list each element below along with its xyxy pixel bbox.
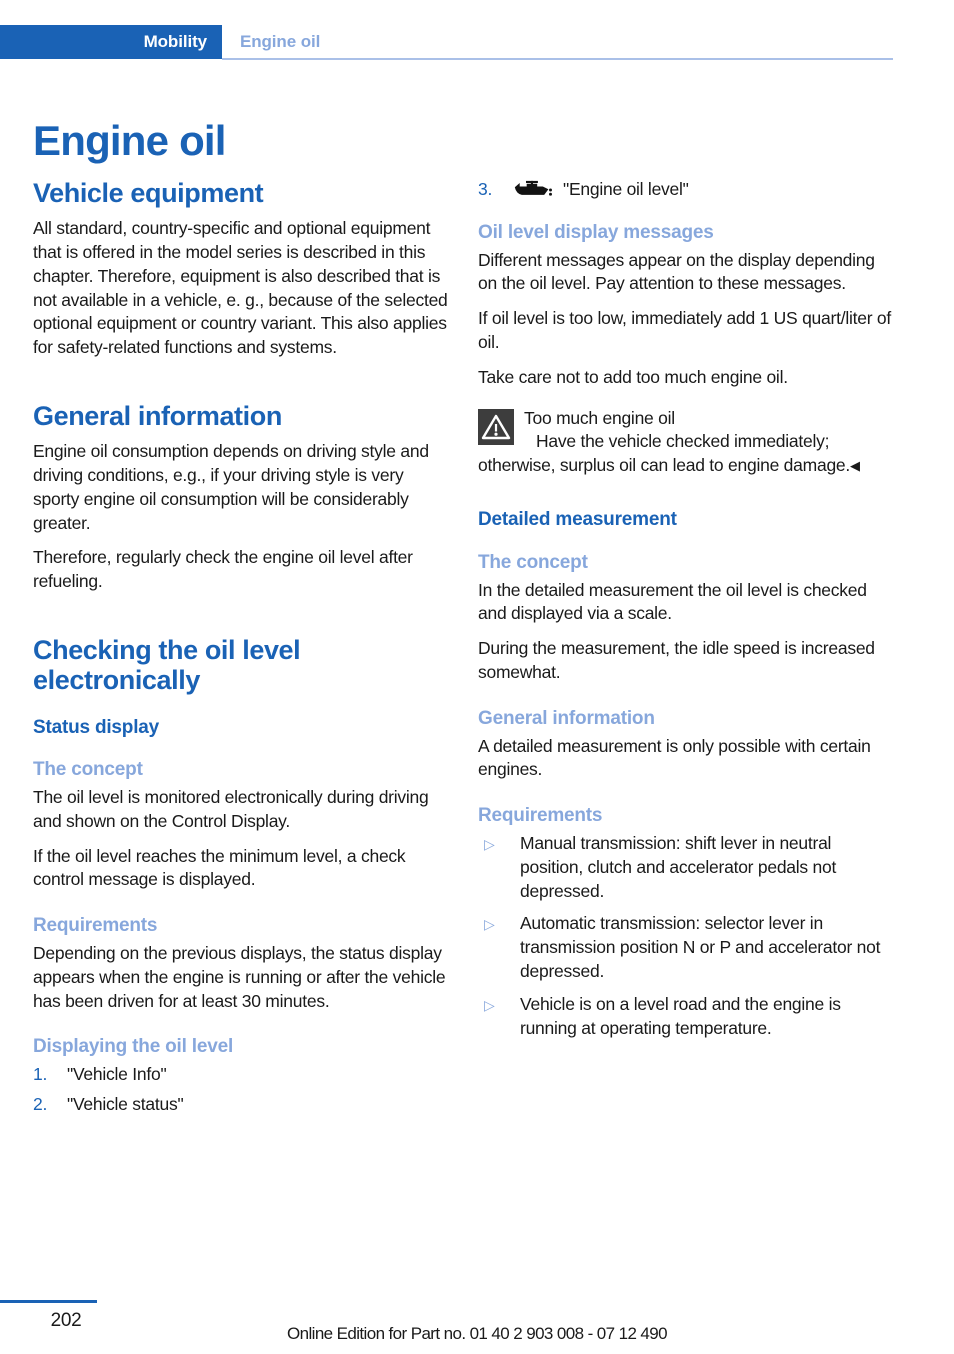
- list-item: 2. "Vehicle status": [33, 1093, 453, 1117]
- section-checking-oil-level: Checking the oil level electronically St…: [33, 635, 453, 1117]
- section-oil-level-display-messages: Oil level display messages Different mes…: [478, 222, 898, 478]
- warning-note-title: Too much engine oil: [524, 407, 675, 428]
- heading-general-information: General information: [33, 401, 282, 432]
- warning-triangle-icon: [478, 408, 514, 445]
- paragraph-vehicle-equipment: All standard, country-specific and optio…: [33, 218, 448, 358]
- oil-can-icon: [512, 179, 554, 201]
- paragraph-concept-left-1: The oil level is monitored electronicall…: [33, 787, 429, 831]
- list-detailed-requirements: ▷ Manual transmission: shift lever in ne…: [478, 832, 898, 1040]
- paragraph-concept-right-2: During the measurement, the idle speed i…: [478, 638, 875, 682]
- left-column: Vehicle equipment All standard, country-…: [33, 178, 453, 1123]
- heading-oil-level-display-messages: Oil level display messages: [478, 221, 714, 243]
- list-item-number: 2.: [33, 1094, 48, 1115]
- paragraph-general-information-right: A detailed measurement is only possible …: [478, 735, 871, 780]
- list-item-number: 3.: [478, 179, 493, 199]
- list-item-number: 1.: [33, 1064, 48, 1085]
- list-item-label: Vehicle is on a level road and the engin…: [520, 993, 841, 1038]
- triangle-bullet-icon: ▷: [484, 996, 495, 1013]
- paragraph-concept-left-2: If the oil level reaches the minimum lev…: [33, 845, 406, 890]
- heading-detailed-measurement: Detailed measurement: [478, 508, 677, 530]
- heading-vehicle-equipment: Vehicle equipment: [33, 178, 264, 208]
- section-general-information-left: General information Engine oil consumpti…: [33, 401, 453, 594]
- header-tab-label: Mobility: [143, 32, 208, 51]
- section-detailed-measurement: Detailed measurement The concept In the …: [478, 509, 898, 1040]
- section-vehicle-equipment: Vehicle equipment All standard, country-…: [33, 178, 453, 360]
- warning-note: Too much engine oil Have the vehicle che…: [478, 407, 898, 478]
- heading-status-display: Status display: [33, 716, 160, 738]
- list-item-label: Manual transmission: shift lever in neut…: [520, 832, 837, 901]
- paragraph-general-information-2: Therefore, regularly check the engine oi…: [33, 547, 413, 592]
- running-header: Mobility Engine oil: [0, 0, 954, 62]
- step-engine-oil-level: 3. "Engine oil level": [478, 178, 898, 202]
- footer-divider: [0, 1300, 97, 1303]
- heading-the-concept-right: The concept: [478, 551, 588, 573]
- paragraph-oil-messages-1: Different messages appear on the display…: [478, 249, 875, 294]
- list-displaying-oil-level: 1. "Vehicle Info" 2. "Vehicle status": [33, 1063, 453, 1117]
- paragraph-oil-messages-3: Take care not to add too much engine oil…: [478, 366, 788, 387]
- heading-the-concept-left: The concept: [33, 759, 143, 781]
- triangle-bullet-icon: ▷: [484, 916, 495, 933]
- header-chapter-tab: Mobility: [0, 25, 222, 59]
- step-engine-oil-level-label: "Engine oil level": [563, 179, 689, 199]
- right-column: 3. "Engine oil level" Oil level display …: [478, 178, 898, 1049]
- heading-displaying-the-oil-level: Displaying the oil level: [33, 1036, 234, 1058]
- triangle-bullet-icon: ▷: [484, 835, 495, 852]
- page-title: Engine oil: [33, 117, 226, 165]
- warning-note-body-text: Have the vehicle checked immediately; ot…: [478, 431, 851, 476]
- footer-edition-text: Online Edition for Part no. 01 40 2 903 …: [286, 1324, 668, 1343]
- header-section-label: Engine oil: [240, 32, 321, 51]
- list-item-label: "Vehicle Info": [67, 1064, 167, 1085]
- paragraph-concept-right-1: In the detailed measurement the oil leve…: [478, 579, 867, 624]
- paragraph-general-information-1: Engine oil consumption depends on drivin…: [33, 441, 429, 533]
- paragraph-oil-messages-2: If oil level is too low, immediately add…: [478, 308, 891, 352]
- header-divider: [222, 58, 893, 60]
- list-item: 1. "Vehicle Info": [33, 1063, 453, 1087]
- heading-requirements-right: Requirements: [478, 805, 603, 827]
- heading-requirements-left: Requirements: [33, 915, 158, 937]
- list-item-label: "Vehicle status": [67, 1094, 184, 1115]
- paragraph-requirements-left: Depending on the previous displays, the …: [33, 943, 446, 1011]
- warning-note-end-mark: ◀: [850, 458, 860, 474]
- heading-checking-oil-level: Checking the oil level electronically: [33, 635, 301, 696]
- list-item-label: Automatic transmission: selector lever i…: [520, 913, 881, 981]
- list-item: ▷ Vehicle is on a level road and the eng…: [478, 993, 898, 1041]
- list-item: ▷ Manual transmission: shift lever in ne…: [478, 832, 898, 903]
- warning-note-body: Have the vehicle checked immediately; ot…: [478, 430, 898, 478]
- heading-general-information-right: General information: [478, 707, 655, 729]
- warning-note-text: Too much engine oil Have the vehicle che…: [478, 407, 898, 478]
- list-item: ▷ Automatic transmission: selector lever…: [478, 912, 898, 983]
